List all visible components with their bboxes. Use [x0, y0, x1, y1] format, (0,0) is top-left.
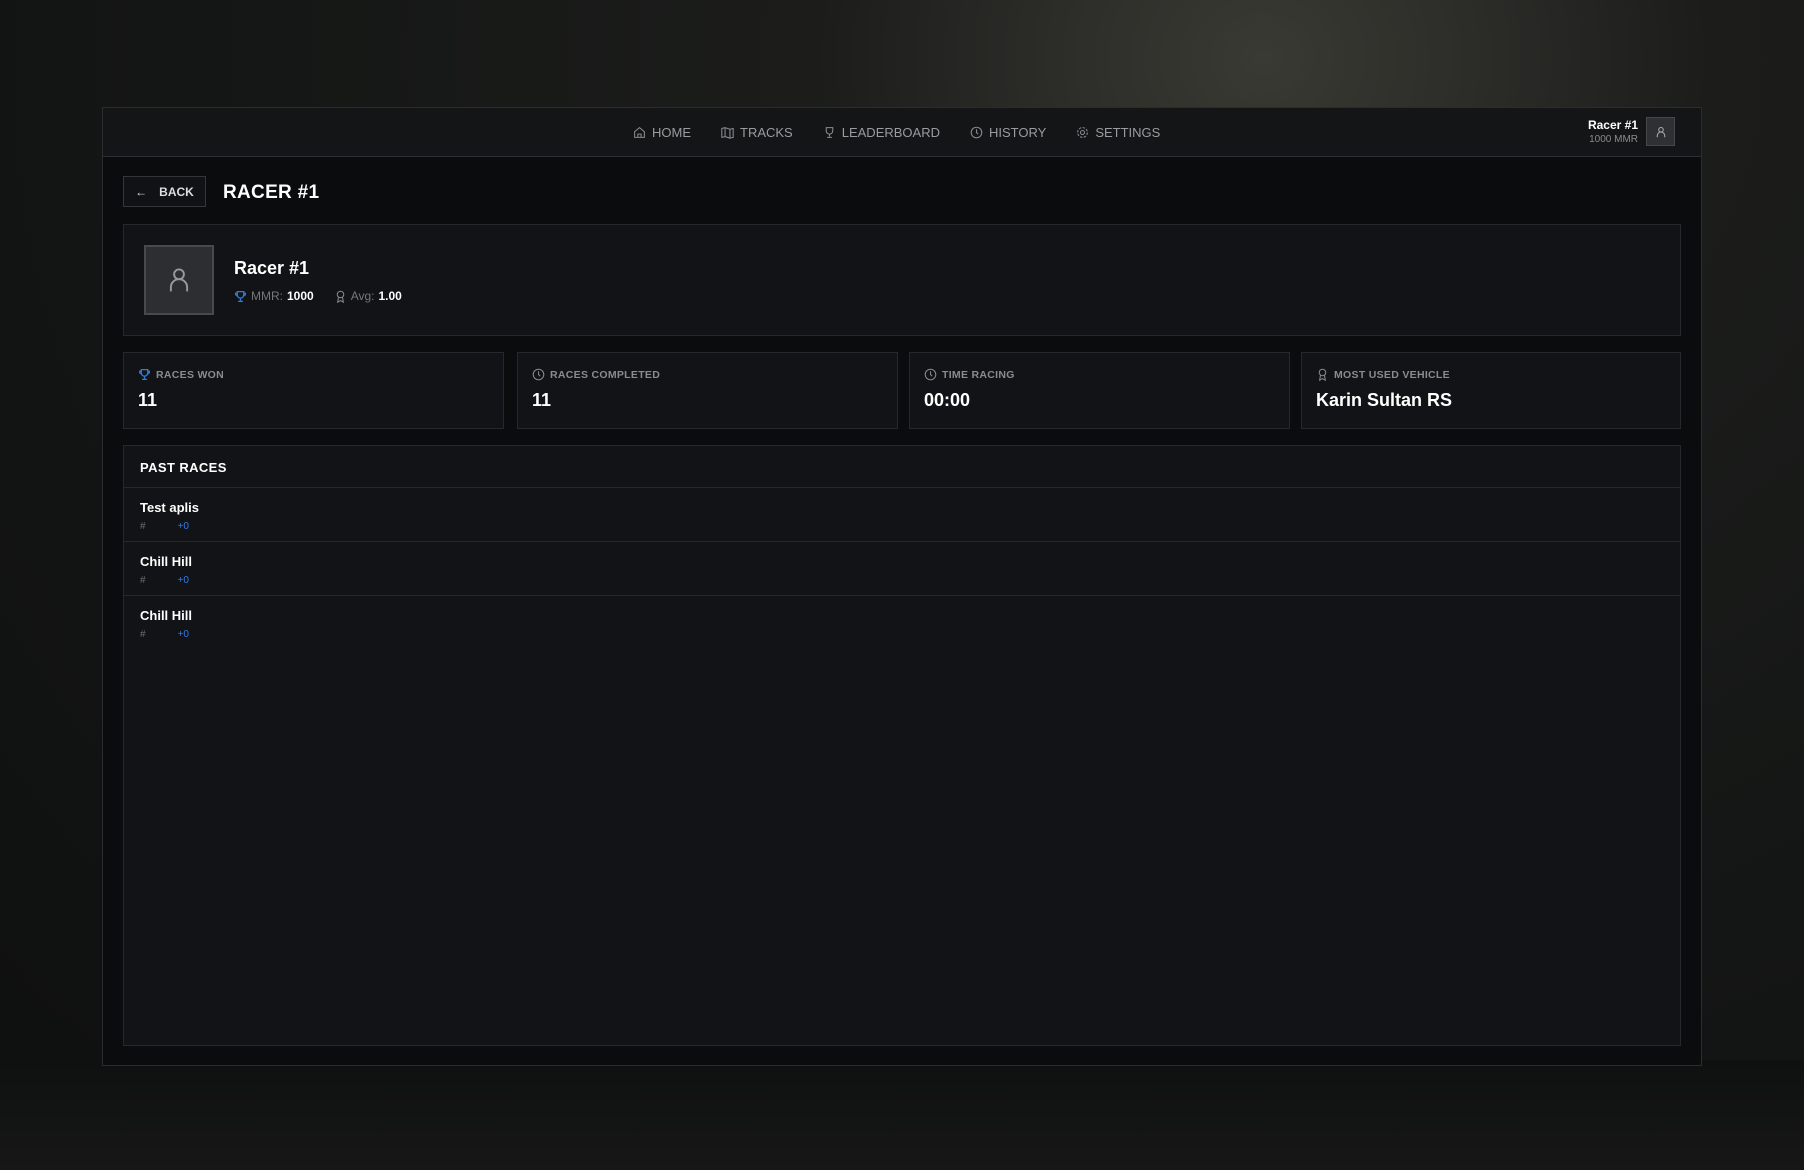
- nav-leaderboard[interactable]: LEADERBOARD: [823, 125, 940, 140]
- stat-value: 11: [138, 390, 158, 410]
- background: [0, 1060, 1804, 1170]
- home-icon: [634, 126, 645, 138]
- award-icon: [336, 290, 344, 303]
- race-mmr-delta: +0: [177, 521, 189, 532]
- stat-races-won: RACES WON 11: [123, 352, 504, 429]
- nav-label: SETTINGS: [1095, 125, 1161, 140]
- app-panel: HOME TRACKS LEADERBOARD HISTORY SETTINGS…: [102, 107, 1702, 1066]
- avg-label: Avg:: [350, 289, 375, 303]
- race-position: #: [140, 629, 146, 640]
- clock-icon: [532, 368, 545, 381]
- stat-label: RACES WON: [156, 368, 225, 381]
- race-row[interactable]: Test aplis # +0: [124, 488, 1680, 542]
- trophy-icon: [234, 290, 247, 302]
- trophy-icon: [825, 127, 834, 138]
- user-name: Racer #1: [1587, 118, 1638, 132]
- race-mmr-delta: +0: [177, 629, 189, 640]
- stat-value: 00:00: [924, 390, 971, 410]
- stat-most-used-vehicle: MOST USED VEHICLE Karin Sultan RS: [1301, 352, 1681, 429]
- trophy-icon: [138, 368, 151, 381]
- race-row[interactable]: Chill Hill # +0: [124, 542, 1680, 596]
- stat-time-racing: TIME RACING 00:00: [909, 352, 1290, 429]
- past-races-title: PAST RACES: [124, 446, 1680, 488]
- nav-tracks[interactable]: TRACKS: [721, 125, 793, 140]
- race-row[interactable]: Chill Hill # +0: [124, 596, 1680, 650]
- nav-settings[interactable]: SETTINGS: [1076, 125, 1160, 140]
- user-icon: [1656, 126, 1665, 137]
- avatar[interactable]: [1646, 117, 1675, 146]
- nav-home[interactable]: HOME: [633, 125, 691, 140]
- user-icon: [169, 268, 189, 292]
- nav-label: HISTORY: [988, 125, 1047, 140]
- nav-label: TRACKS: [740, 125, 793, 140]
- top-nav: HOME TRACKS LEADERBOARD HISTORY SETTINGS…: [103, 108, 1701, 157]
- mmr-label: MMR:: [251, 289, 283, 303]
- nav-history[interactable]: HISTORY: [970, 125, 1046, 140]
- map-icon: [721, 127, 734, 139]
- clock-icon: [924, 368, 937, 381]
- nav-label: LEADERBOARD: [841, 125, 940, 140]
- back-label: BACK: [159, 184, 194, 199]
- profile-avatar: [144, 245, 214, 315]
- back-button[interactable]: ← BACK: [123, 176, 206, 207]
- stat-value: 11: [532, 390, 552, 410]
- user-menu[interactable]: Racer #1 1000 MMR: [1588, 117, 1675, 146]
- race-position: #: [140, 521, 146, 532]
- race-mmr-delta: +0: [177, 575, 189, 586]
- nav-label: HOME: [652, 125, 691, 140]
- profile-name: Racer #1: [234, 258, 310, 278]
- avg-value: 1.00: [378, 289, 402, 303]
- award-icon: [1318, 368, 1327, 381]
- stat-races-completed: RACES COMPLETED 11: [517, 352, 898, 429]
- gear-icon: [1077, 127, 1089, 138]
- stat-label: RACES COMPLETED: [550, 368, 661, 381]
- race-name: Chill Hill: [140, 608, 192, 623]
- mmr-value: 1000: [287, 289, 314, 303]
- past-races: PAST RACES Test aplis # +0 Chill Hill # +0 C…: [123, 445, 1681, 1046]
- user-mmr: 1000 MMR: [1589, 134, 1638, 145]
- arrow-left-icon: ←: [135, 184, 148, 199]
- stat-label: TIME RACING: [942, 368, 1015, 381]
- race-name: Chill Hill: [140, 554, 192, 569]
- stat-value: Karin Sultan RS: [1316, 390, 1453, 410]
- race-position: #: [140, 575, 146, 586]
- clock-icon: [970, 126, 983, 139]
- page-title: RACER #1: [223, 182, 320, 203]
- profile-avg: Avg: 1.00: [334, 289, 402, 303]
- profile-mmr: MMR: 1000: [234, 289, 314, 303]
- profile-card: Racer #1 MMR: 1000 Avg: 1.00: [123, 224, 1681, 336]
- race-name: Test aplis: [140, 500, 200, 515]
- stat-label: MOST USED VEHICLE: [1334, 368, 1450, 381]
